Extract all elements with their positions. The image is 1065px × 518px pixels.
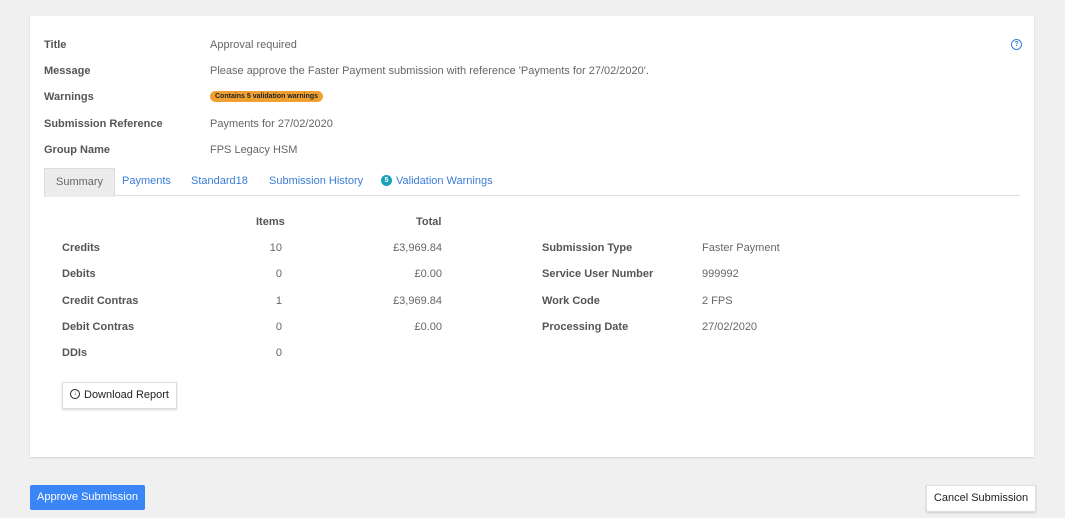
- summary-row-label: Debits: [62, 268, 96, 280]
- download-report-label: Download Report: [84, 389, 169, 401]
- detail-label: Processing Date: [542, 321, 629, 333]
- summary-row-items: 0: [275, 321, 282, 333]
- help-icon[interactable]: ?: [1011, 39, 1022, 50]
- validation-count-badge: 5: [381, 174, 392, 186]
- reference-value: Payments for 27/02/2020: [210, 118, 333, 130]
- total-header: Total: [416, 216, 442, 228]
- group-label: Group Name: [44, 144, 111, 156]
- tab-bar: Summary Payments Standard18 Submission H…: [44, 168, 1020, 197]
- detail-label: Work Code: [542, 295, 600, 307]
- summary-row-total: £3,969.84: [393, 242, 442, 254]
- summary-row-items: 0: [275, 268, 282, 280]
- summary-row-items: 0: [275, 347, 282, 359]
- summary-row-total: £0.00: [414, 268, 442, 280]
- detail-value: Faster Payment: [702, 242, 780, 254]
- summary-row-label: DDIs: [62, 347, 88, 359]
- summary-row-label: Credits: [62, 242, 100, 254]
- tab-standard18[interactable]: Standard18: [191, 168, 248, 195]
- cancel-submission-button[interactable]: Cancel Submission: [926, 485, 1036, 512]
- title-value: Approval required: [210, 39, 297, 51]
- summary-row-label: Debit Contras: [62, 321, 135, 333]
- approve-submission-button[interactable]: Approve Submission: [30, 485, 145, 510]
- message-label: Message: [44, 65, 91, 77]
- items-header: Items: [256, 216, 285, 228]
- detail-value: 27/02/2020: [702, 321, 758, 333]
- warnings-label: Warnings: [44, 91, 94, 103]
- tab-payments[interactable]: Payments: [122, 168, 171, 195]
- warnings-badge: Contains 5 validation warnings: [210, 91, 324, 102]
- tab-submission-history[interactable]: Submission History: [269, 168, 363, 195]
- tab-validation-warnings-label: Validation Warnings: [396, 175, 493, 187]
- summary-row-label: Credit Contras: [62, 295, 139, 307]
- tab-validation-warnings[interactable]: 5 Validation Warnings: [381, 168, 493, 195]
- title-label: Title: [44, 39, 67, 51]
- download-icon: ↓: [70, 389, 80, 400]
- detail-label: Submission Type: [542, 242, 633, 254]
- summary-row-total: £3,969.84: [393, 295, 442, 307]
- tab-summary[interactable]: Summary: [44, 168, 116, 197]
- summary-row-items: 10: [269, 242, 282, 254]
- detail-label: Service User Number: [542, 268, 654, 280]
- summary-row-total: £0.00: [414, 321, 442, 333]
- group-value: FPS Legacy HSM: [210, 144, 298, 156]
- message-value: Please approve the Faster Payment submis…: [210, 65, 649, 77]
- detail-value: 999992: [702, 268, 739, 280]
- reference-label: Submission Reference: [44, 118, 163, 130]
- detail-value: 2 FPS: [702, 295, 733, 307]
- submission-card: ? Title Approval required Message Please…: [30, 16, 1034, 457]
- download-report-button[interactable]: ↓ Download Report: [62, 382, 177, 409]
- summary-row-items: 1: [275, 295, 282, 307]
